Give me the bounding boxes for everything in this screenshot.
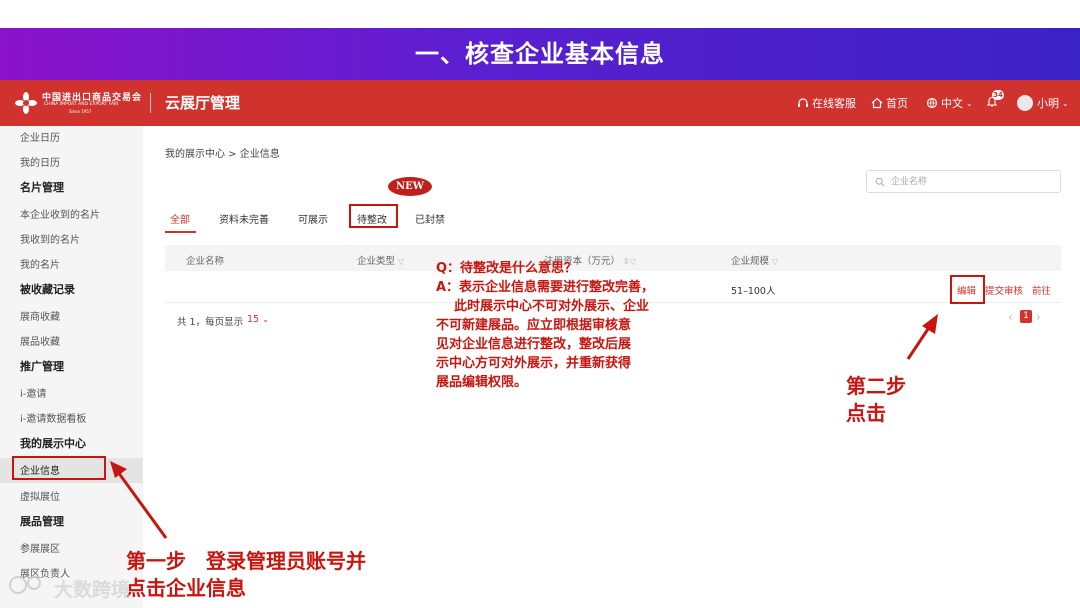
- sidebar-item-virtual-booth[interactable]: 虚拟展位: [20, 488, 60, 503]
- flower-logo-icon: [15, 92, 37, 114]
- sidebar: 企业日历 我的日历 名片管理 本企业收到的名片 我收到的名片 我的名片 被收藏记…: [0, 126, 143, 608]
- next-page-icon[interactable]: ›: [1036, 310, 1041, 324]
- sort-icon[interactable]: ⇕: [623, 257, 630, 266]
- qa-answer-line: 此时展示中心不可对外展示、企业: [454, 299, 650, 314]
- home-link[interactable]: 首页: [871, 95, 908, 111]
- sidebar-item-my-calendar[interactable]: 我的日历: [20, 154, 60, 169]
- column-label: 企业名称: [186, 256, 225, 267]
- new-badge: NEW: [388, 177, 432, 196]
- sidebar-item-exhibitor-favorites[interactable]: 展商收藏: [20, 308, 60, 323]
- company-search-input[interactable]: [891, 174, 1051, 189]
- qa-answer-line: A：表示企业信息需要进行整改完善，: [436, 280, 655, 295]
- globe-icon: [926, 97, 938, 109]
- logo-english-name: CHINA IMPORT AND EXPORT FAIR: [44, 102, 119, 107]
- sidebar-item-my-received-cards[interactable]: 我收到的名片: [20, 231, 80, 246]
- sidebar-item-i-invite[interactable]: i-邀请: [20, 385, 46, 400]
- topbar-divider: [150, 93, 151, 113]
- current-page-button[interactable]: 1: [1020, 310, 1032, 323]
- step-two-action: 点击: [846, 401, 886, 425]
- sidebar-item-company-calendar[interactable]: 企业日历: [20, 129, 60, 144]
- step-one-action: 点击企业信息: [126, 576, 246, 600]
- breadcrumb: 我的展示中心 > 企业信息: [165, 149, 280, 160]
- user-avatar[interactable]: [1017, 95, 1033, 111]
- chevron-down-icon: ⌄: [1062, 98, 1069, 108]
- online-service-link[interactable]: 在线客服: [797, 95, 856, 111]
- language-select[interactable]: 中文 ⌄: [926, 95, 973, 111]
- sidebar-group-promotion[interactable]: 推广管理: [20, 358, 64, 374]
- sidebar-group-card-management[interactable]: 名片管理: [20, 179, 64, 195]
- sidebar-group-favorited-records[interactable]: 被收藏记录: [20, 281, 75, 297]
- tab-incomplete[interactable]: 资料未完善: [219, 211, 269, 226]
- home-icon: [871, 97, 883, 109]
- column-label: 企业规模: [731, 256, 770, 267]
- tab-all[interactable]: 全部: [170, 211, 190, 226]
- notification-count-badge: 34: [992, 90, 1004, 100]
- user-menu[interactable]: 小明 ⌄: [1037, 95, 1069, 111]
- column-label: 企业类型: [357, 256, 396, 267]
- step-one-label: 第一步 登录管理员账号并: [126, 549, 366, 573]
- home-label: 首页: [886, 97, 908, 110]
- filter-icon[interactable]: ▽: [772, 257, 778, 266]
- page-size-select[interactable]: 15 ⌄: [247, 314, 269, 325]
- sidebar-item-exhibition-zone[interactable]: 参展展区: [20, 540, 60, 555]
- canton-fair-logo[interactable]: 中国进出口商品交易会 CHINA IMPORT AND EXPORT FAIR …: [14, 89, 141, 117]
- submit-review-link[interactable]: 提交审核: [985, 283, 1023, 297]
- step-two-label: 第二步: [846, 374, 906, 398]
- highlight-box-pending-tab: [349, 204, 398, 228]
- slide-title: 一、核查企业基本信息: [0, 28, 1080, 80]
- sidebar-item-i-invite-dashboard[interactable]: i-邀请数据看板: [20, 410, 86, 425]
- qa-question: Q：待整改是什么意思？: [436, 261, 578, 276]
- sidebar-group-product-management[interactable]: 展品管理: [20, 513, 64, 529]
- sidebar-item-product-favorites[interactable]: 展品收藏: [20, 333, 60, 348]
- watermark-text: 大数跨境: [54, 579, 131, 601]
- column-header-company-type[interactable]: 企业类型 ▽: [357, 253, 404, 267]
- column-header-company-name: 企业名称: [186, 253, 224, 267]
- logo-since: Since 1957: [69, 109, 92, 114]
- headset-icon: [798, 98, 808, 107]
- sidebar-item-my-card[interactable]: 我的名片: [20, 256, 60, 271]
- search-icon: [875, 177, 885, 187]
- prev-page-icon[interactable]: ‹: [1008, 310, 1013, 324]
- pagination-total: 共 1，每页显示: [177, 317, 244, 328]
- watermark-logo-icon: [9, 576, 41, 594]
- highlight-box-edit: [950, 275, 985, 304]
- qa-answer-line: 展品编辑权限。: [436, 375, 528, 390]
- app-title: 云展厅管理: [165, 94, 241, 112]
- filter-icon[interactable]: ▽: [398, 257, 404, 266]
- column-header-company-scale[interactable]: 企业规模 ▽: [731, 253, 778, 267]
- online-service-label: 在线客服: [812, 97, 856, 110]
- goto-link[interactable]: 前往: [1032, 283, 1051, 297]
- company-search-field[interactable]: [866, 170, 1061, 193]
- user-name: 小明: [1037, 97, 1059, 110]
- chevron-down-icon: ⌄: [262, 315, 269, 324]
- sidebar-group-showcase-center[interactable]: 我的展示中心: [20, 435, 86, 451]
- qa-answer-line: 见对企业信息进行整改，整改后展: [436, 337, 632, 352]
- tab-displayable[interactable]: 可展示: [298, 211, 328, 226]
- cell-company-scale: 51–100人: [731, 286, 776, 297]
- active-tab-indicator: [165, 231, 196, 233]
- highlight-box-company-info: [12, 456, 106, 480]
- chevron-down-icon: ⌄: [966, 98, 973, 108]
- qa-answer-line: 不可新建展品。应立即根据审核意: [436, 318, 632, 333]
- filter-icon[interactable]: ▽: [630, 257, 636, 266]
- qa-answer-line: 示中心方可对外展示，并重新获得: [436, 356, 632, 371]
- tab-banned[interactable]: 已封禁: [415, 211, 445, 226]
- language-label: 中文: [941, 97, 963, 110]
- arrow-step-two: [906, 314, 938, 360]
- page-size-value: 15: [247, 314, 260, 325]
- sidebar-item-company-received-cards[interactable]: 本企业收到的名片: [20, 206, 100, 221]
- top-navbar: 中国进出口商品交易会 CHINA IMPORT AND EXPORT FAIR …: [0, 80, 1080, 126]
